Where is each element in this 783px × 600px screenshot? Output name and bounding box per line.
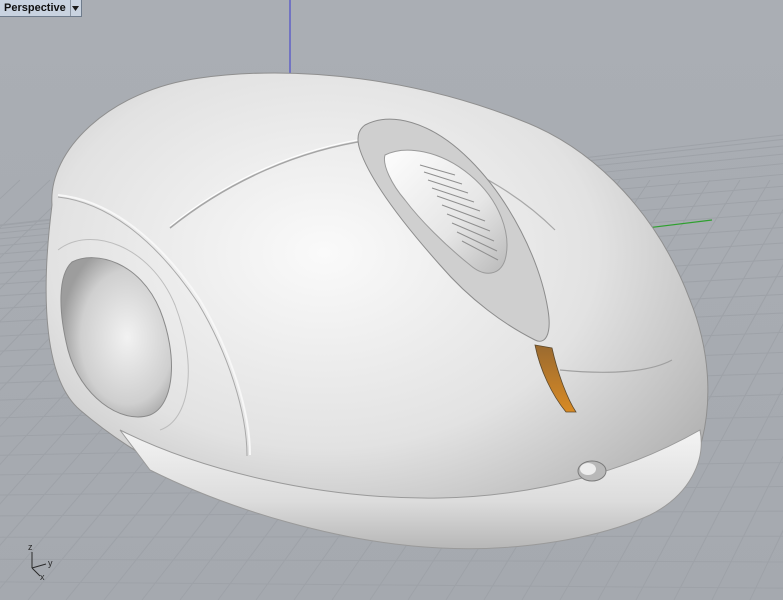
cable-hole-inner [580, 463, 596, 475]
perspective-viewport[interactable]: Perspective z y x [0, 0, 783, 600]
viewport-menu-button[interactable] [69, 0, 81, 16]
viewport-scene[interactable] [0, 0, 783, 600]
viewport-title[interactable]: Perspective [0, 0, 70, 16]
axis-x-label: x [40, 572, 45, 582]
viewport-title-tab[interactable]: Perspective [0, 0, 82, 17]
triangle-down-icon [72, 5, 80, 11]
axis-z-label: z [28, 542, 33, 552]
axis-y-label: y [48, 558, 53, 568]
axis-gizmo: z y x [24, 542, 64, 584]
